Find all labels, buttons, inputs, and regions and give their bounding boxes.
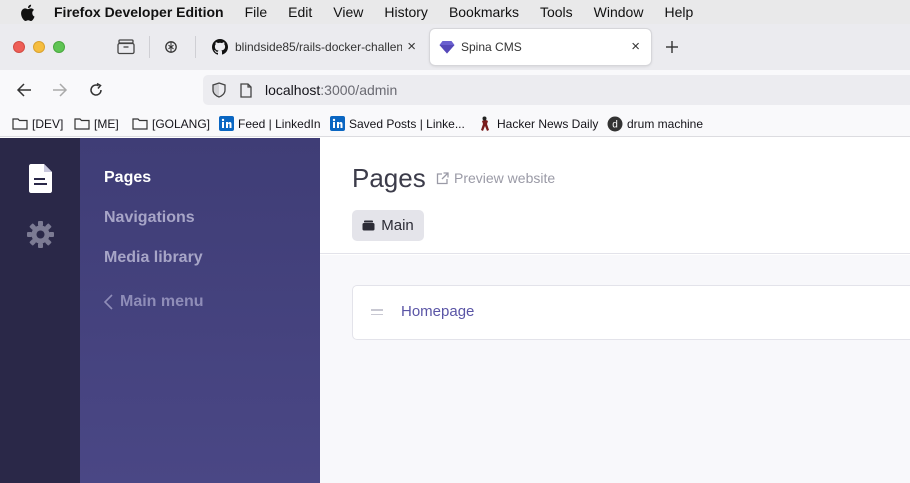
url-path: :3000/admin	[320, 82, 398, 98]
bookmark-label: [GOLANG]	[152, 116, 211, 131]
close-tab-icon[interactable]: ×	[631, 39, 640, 54]
firefox-view-icon[interactable]	[116, 38, 136, 56]
linkedin-icon	[330, 116, 345, 131]
reload-icon[interactable]	[85, 79, 107, 101]
bookmark-label: [DEV]	[32, 116, 64, 131]
menu-bookmarks[interactable]: Bookmarks	[449, 4, 519, 20]
preview-label: Preview website	[454, 170, 556, 186]
sidebar-item-pages[interactable]: Pages	[104, 169, 151, 187]
sidebar-item-media-library[interactable]: Media library	[104, 249, 203, 267]
main-menu-back-link[interactable]: Main menu	[104, 293, 204, 311]
preview-website-link[interactable]: Preview website	[436, 170, 555, 186]
close-window-button[interactable]	[13, 41, 25, 53]
menu-app-name[interactable]: Firefox Developer Edition	[54, 4, 224, 20]
tab-separator	[149, 36, 150, 58]
bookmarks-toolbar: [DEV] [ME] [GOLANG] Feed | LinkedIn Save…	[0, 110, 910, 137]
tab-title: blindside85/rails-docker-challenge	[235, 40, 402, 54]
chevron-left-icon	[104, 294, 113, 310]
page-title: Pages	[352, 163, 426, 193]
bookmark-linkedin-feed[interactable]: Feed | LinkedIn	[219, 115, 321, 132]
sidebar-item-navigations[interactable]: Navigations	[104, 209, 195, 227]
menu-tools[interactable]: Tools	[540, 4, 573, 20]
main-filter-button[interactable]: Main	[352, 210, 424, 241]
back-arrow-icon[interactable]	[13, 79, 35, 101]
tab-github[interactable]: blindside85/rails-docker-challenge ×	[202, 29, 424, 65]
menu-edit[interactable]: Edit	[288, 4, 312, 20]
linkedin-icon	[219, 116, 234, 131]
folder-icon	[12, 117, 28, 130]
bookmark-drum-machine[interactable]: d drum machine	[607, 115, 703, 132]
svg-text:d: d	[612, 119, 618, 130]
forward-arrow-icon[interactable]	[49, 79, 71, 101]
url-text[interactable]: localhost:3000/admin	[265, 82, 397, 98]
external-link-icon	[436, 171, 449, 185]
menu-history[interactable]: History	[384, 4, 428, 20]
layers-icon	[362, 220, 375, 231]
github-icon	[212, 39, 228, 55]
d-icon: d	[607, 116, 623, 132]
page-icon[interactable]	[238, 81, 254, 99]
gear-icon[interactable]	[26, 220, 54, 248]
bookmark-folder-dev[interactable]: [DEV]	[12, 115, 63, 132]
bookmark-label: Saved Posts | Linke...	[349, 116, 465, 131]
chatgpt-pinned-tab-icon[interactable]	[163, 39, 179, 55]
tab-title: Spina CMS	[461, 40, 522, 54]
menu-window[interactable]: Window	[594, 4, 644, 20]
url-host: localhost	[265, 82, 321, 98]
minimize-window-button[interactable]	[33, 41, 45, 53]
macos-menu-bar: Firefox Developer Edition File Edit View…	[0, 0, 910, 24]
bookmark-label: drum machine	[627, 116, 704, 131]
bookmark-folder-me[interactable]: [ME]	[74, 115, 119, 132]
bookmark-hacker-news[interactable]: Hacker News Daily	[477, 115, 598, 132]
pages-document-icon[interactable]	[28, 163, 52, 193]
apple-icon[interactable]	[18, 3, 36, 21]
tab-spina-cms[interactable]: Spina CMS ×	[430, 29, 651, 65]
bookmark-label: Hacker News Daily	[497, 116, 599, 131]
bookmark-label: Feed | LinkedIn	[238, 116, 321, 131]
close-tab-icon[interactable]: ×	[407, 39, 416, 54]
page-link-homepage[interactable]: Homepage	[401, 303, 474, 320]
bookmark-linkedin-saved[interactable]: Saved Posts | Linke...	[330, 115, 465, 132]
menu-view[interactable]: View	[333, 4, 363, 20]
shield-icon[interactable]	[210, 81, 228, 99]
new-tab-icon[interactable]	[663, 38, 681, 56]
drag-handle-icon[interactable]	[371, 307, 383, 317]
spina-gem-icon	[439, 39, 455, 55]
folder-icon	[74, 117, 90, 130]
bookmark-folder-golang[interactable]: [GOLANG]	[132, 115, 210, 132]
bookmark-label: [ME]	[94, 116, 119, 131]
hacker-news-icon	[477, 116, 493, 132]
folder-icon	[132, 117, 148, 130]
back-label: Main menu	[120, 293, 204, 310]
tab-separator	[195, 36, 196, 58]
main-filter-label: Main	[381, 217, 414, 234]
menu-help[interactable]: Help	[664, 4, 693, 20]
menu-file[interactable]: File	[245, 4, 268, 20]
maximize-window-button[interactable]	[53, 41, 65, 53]
